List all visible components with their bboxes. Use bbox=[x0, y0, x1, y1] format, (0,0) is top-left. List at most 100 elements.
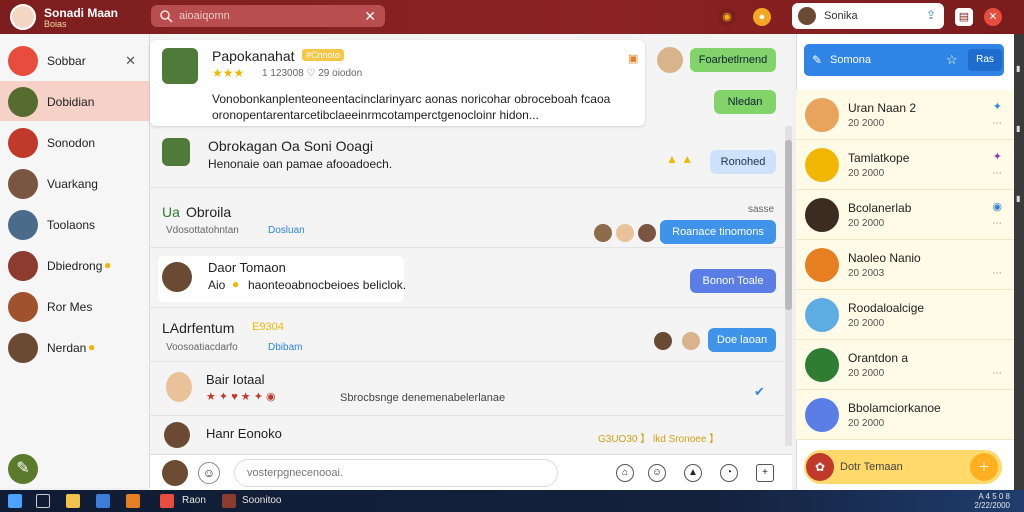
user-name: Sonika bbox=[824, 10, 858, 22]
search-icon[interactable] bbox=[36, 494, 50, 508]
sticker-icon[interactable]: ☺ bbox=[648, 464, 666, 482]
contact-item[interactable]: Roodaloalcige 20 2000 bbox=[796, 290, 1014, 340]
search-icon bbox=[160, 10, 173, 23]
sidebar-item-dobidian[interactable]: Dobidian bbox=[0, 81, 150, 121]
more-icon[interactable]: ⋯ bbox=[992, 118, 1002, 129]
more-icon[interactable]: ⋯ bbox=[992, 268, 1002, 279]
search-bar[interactable]: aioaiqomn ✕ bbox=[151, 5, 385, 27]
row-prefix: Ua bbox=[162, 204, 180, 220]
sidebar-item-rormes[interactable]: Ror Mes bbox=[0, 286, 150, 326]
gift-icon[interactable]: ✦ bbox=[993, 100, 1002, 113]
pinned-message-card[interactable]: Papokanahat #Cnnoto ★★★ 1 123008 ♡ 29 oi… bbox=[150, 40, 645, 126]
app-avatar[interactable] bbox=[10, 4, 36, 30]
reaction-avatar bbox=[594, 224, 612, 242]
chat-row[interactable]: LAdrfentum E9304 Voosoatiacdarfo Dbibam … bbox=[150, 310, 786, 362]
footer-action-button[interactable]: ＋ bbox=[970, 453, 998, 481]
row-meta: Vdosottatohntan bbox=[166, 225, 239, 236]
taskbar: Raon Soonitoo A 4 5 0 8 2/22/2000 bbox=[0, 490, 1024, 512]
sidebar-item-label: Ror Mes bbox=[47, 300, 93, 314]
tag-icon[interactable]: ✦ bbox=[993, 150, 1002, 163]
clear-search-icon[interactable]: ✕ bbox=[364, 8, 376, 25]
chat-row[interactable]: Hanr Eonoko G3UO30 】 lkd Sronoee 】 bbox=[150, 418, 786, 452]
more-icon[interactable]: ⋯ bbox=[992, 218, 1002, 229]
row-bubble[interactable]: Ronohed bbox=[710, 150, 776, 174]
contact-item[interactable]: Tamlatkope 20 2000 ✦ ⋯ bbox=[796, 140, 1014, 190]
edit-icon[interactable]: ✎ bbox=[812, 53, 822, 67]
sidebar-item-nerdan[interactable]: Nerdan ● bbox=[0, 327, 150, 367]
row-text-2: haonteoabnocbeioes beliclok. bbox=[248, 278, 407, 292]
taskbar-app-label[interactable]: Raon bbox=[182, 495, 206, 506]
chat-row[interactable]: Daor Tomaon Aio ● haonteoabnocbeioes bel… bbox=[150, 250, 786, 308]
user-profile-pill[interactable]: Sonika ⇪ bbox=[792, 3, 944, 29]
close-window-icon[interactable]: ✕ bbox=[984, 8, 1002, 26]
share-icon[interactable]: ⇪ bbox=[926, 8, 936, 22]
send-icon[interactable]: ▲ bbox=[684, 464, 702, 482]
add-icon[interactable]: + bbox=[756, 464, 774, 482]
more-icon[interactable]: ⋯ bbox=[992, 368, 1002, 379]
sidebar-item-toolaons[interactable]: Toolaons bbox=[0, 204, 150, 244]
app-icon[interactable] bbox=[96, 494, 110, 508]
pinned-bubble-bottom[interactable]: Nledan bbox=[714, 90, 776, 114]
sidebar-item-vuarkang[interactable]: Vuarkang bbox=[0, 163, 150, 203]
more-icon[interactable]: ⋯ bbox=[992, 168, 1002, 179]
chat-row[interactable]: Ua Obroila Vdosottatohntan Dosluan sasse… bbox=[150, 190, 786, 248]
sobbar-avatar bbox=[8, 46, 38, 76]
nerdan-avatar bbox=[8, 333, 38, 363]
message-input[interactable]: vosterpgnecenooai. bbox=[234, 459, 558, 487]
app-icon[interactable] bbox=[160, 494, 174, 508]
edge-icon[interactable]: ▮ bbox=[1016, 124, 1020, 133]
row-bubble[interactable]: Bonon Toale bbox=[690, 269, 776, 293]
contacts-header-button[interactable]: Ras bbox=[968, 49, 1002, 71]
clock[interactable]: A 4 5 0 8 2/22/2000 bbox=[974, 492, 1010, 510]
scrollbar-thumb[interactable] bbox=[785, 140, 792, 310]
contact-name: Bbolamciorkanoe bbox=[848, 401, 941, 415]
sidebar-item-dbiedrong[interactable]: Dbiedrong ● bbox=[0, 245, 150, 285]
start-icon[interactable] bbox=[8, 494, 22, 508]
star-icon[interactable]: ☆ bbox=[946, 52, 958, 68]
voice-icon[interactable]: ◔ bbox=[720, 464, 738, 482]
row-avatar bbox=[164, 422, 190, 448]
contact-time: 20 2000 bbox=[848, 168, 885, 179]
contact-item[interactable]: Bcolanerlab 20 2000 ◉ ⋯ bbox=[796, 190, 1014, 240]
pinned-bubble-top[interactable]: Foarbetlrnend bbox=[690, 48, 776, 72]
dobidian-avatar bbox=[8, 87, 38, 117]
notification-icon[interactable]: ● bbox=[753, 8, 771, 26]
contact-item[interactable]: Uran Naan 2 20 2000 ✦ ⋯ bbox=[796, 90, 1014, 140]
contact-name: Naoleo Nanio bbox=[848, 251, 921, 265]
close-icon[interactable]: ✕ bbox=[125, 53, 136, 69]
reaction-avatar bbox=[616, 224, 634, 242]
folder-icon[interactable] bbox=[66, 494, 80, 508]
contact-avatar bbox=[805, 298, 839, 332]
contact-item[interactable]: Orantdon a 20 2000 ⋯ bbox=[796, 340, 1014, 390]
row-meta-link[interactable]: Dosluan bbox=[268, 225, 305, 236]
edge-icon[interactable]: ▮ bbox=[1016, 64, 1020, 73]
edge-icon[interactable]: ▮ bbox=[1016, 194, 1020, 203]
sidebar-item-label: Nerdan bbox=[47, 341, 87, 355]
app-icon[interactable] bbox=[222, 494, 236, 508]
contacts-footer[interactable]: ✿ Dotr Temaan ＋ bbox=[804, 450, 1002, 484]
attach-icon[interactable]: ⌂ bbox=[616, 464, 634, 482]
taskbar-app-label[interactable]: Soonitoo bbox=[242, 495, 281, 506]
search-input[interactable]: aioaiqomn bbox=[179, 10, 230, 22]
coin-icon[interactable]: ◉ bbox=[718, 8, 736, 26]
sidebar: Sobbar ✕ Dobidian Sonodon Vuarkang Toola… bbox=[0, 34, 150, 488]
contact-item[interactable]: Bbolamciorkanoe 20 2000 bbox=[796, 390, 1014, 440]
contact-time: 20 2003 bbox=[848, 268, 885, 279]
app-icon[interactable] bbox=[126, 494, 140, 508]
sidebar-item-label: Vuarkang bbox=[47, 177, 98, 191]
contact-time: 20 2000 bbox=[848, 318, 885, 329]
chat-row[interactable]: Obrokagan Oa Soni Ooagi Henonaie oan pam… bbox=[150, 130, 786, 188]
recipient-avatar bbox=[657, 47, 683, 73]
inbox-icon[interactable]: ▤ bbox=[955, 8, 973, 26]
sidebar-item-label: Sobbar bbox=[47, 54, 86, 68]
row-bubble[interactable]: Doe laoan bbox=[708, 328, 776, 352]
row-meta-link[interactable]: Dbibam bbox=[268, 342, 302, 353]
sidebar-item-sonodon[interactable]: Sonodon bbox=[0, 122, 150, 162]
row-bubble[interactable]: Roanace tinomons bbox=[660, 220, 776, 244]
pin-icon[interactable]: ▣ bbox=[628, 52, 638, 65]
contact-item[interactable]: Naoleo Nanio 20 2003 ⋯ bbox=[796, 240, 1014, 290]
chat-row[interactable]: Bair Iotaal ★ ✦ ♥ ★ ✦ ◉ Sbrocbsnge denem… bbox=[150, 364, 786, 416]
sidebar-item-sobbar[interactable]: Sobbar ✕ bbox=[0, 40, 150, 80]
emoji-icon[interactable]: ☺ bbox=[198, 462, 220, 484]
compose-button[interactable]: ✎ bbox=[8, 454, 38, 484]
